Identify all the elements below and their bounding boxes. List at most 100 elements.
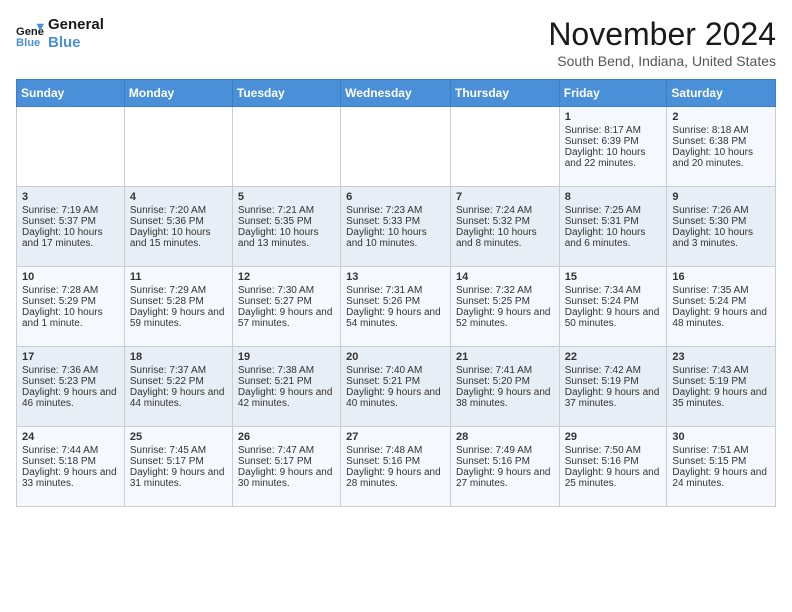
- calendar-cell: 24Sunrise: 7:44 AMSunset: 5:18 PMDayligh…: [17, 427, 125, 507]
- calendar-cell: 16Sunrise: 7:35 AMSunset: 5:24 PMDayligh…: [667, 267, 776, 347]
- sunrise-text: Sunrise: 7:26 AM: [672, 205, 770, 216]
- sunset-text: Sunset: 5:19 PM: [672, 376, 770, 387]
- logo-blue: Blue: [48, 34, 104, 52]
- location-title: South Bend, Indiana, United States: [548, 53, 776, 69]
- daylight-text: Daylight: 10 hours and 13 minutes.: [238, 227, 335, 249]
- day-number: 17: [22, 351, 119, 363]
- sunset-text: Sunset: 5:30 PM: [672, 216, 770, 227]
- sunset-text: Sunset: 5:25 PM: [456, 296, 554, 307]
- sunrise-text: Sunrise: 7:44 AM: [22, 445, 119, 456]
- calendar-cell: [450, 107, 559, 187]
- daylight-text: Daylight: 9 hours and 52 minutes.: [456, 307, 554, 329]
- sunrise-text: Sunrise: 7:35 AM: [672, 285, 770, 296]
- day-number: 28: [456, 431, 554, 443]
- sunrise-text: Sunrise: 8:17 AM: [565, 125, 662, 136]
- header-tuesday: Tuesday: [232, 80, 340, 107]
- sunset-text: Sunset: 6:38 PM: [672, 136, 770, 147]
- sunrise-text: Sunrise: 7:30 AM: [238, 285, 335, 296]
- sunset-text: Sunset: 5:31 PM: [565, 216, 662, 227]
- sunrise-text: Sunrise: 7:32 AM: [456, 285, 554, 296]
- day-number: 13: [346, 271, 445, 283]
- daylight-text: Daylight: 9 hours and 28 minutes.: [346, 467, 445, 489]
- daylight-text: Daylight: 9 hours and 54 minutes.: [346, 307, 445, 329]
- sunrise-text: Sunrise: 8:18 AM: [672, 125, 770, 136]
- daylight-text: Daylight: 9 hours and 59 minutes.: [130, 307, 227, 329]
- sunset-text: Sunset: 5:33 PM: [346, 216, 445, 227]
- sunset-text: Sunset: 5:27 PM: [238, 296, 335, 307]
- sunrise-text: Sunrise: 7:36 AM: [22, 365, 119, 376]
- daylight-text: Daylight: 10 hours and 8 minutes.: [456, 227, 554, 249]
- sunset-text: Sunset: 5:16 PM: [456, 456, 554, 467]
- day-number: 19: [238, 351, 335, 363]
- calendar-cell: 4Sunrise: 7:20 AMSunset: 5:36 PMDaylight…: [124, 187, 232, 267]
- day-number: 7: [456, 191, 554, 203]
- daylight-text: Daylight: 10 hours and 15 minutes.: [130, 227, 227, 249]
- sunrise-text: Sunrise: 7:23 AM: [346, 205, 445, 216]
- daylight-text: Daylight: 9 hours and 24 minutes.: [672, 467, 770, 489]
- sunrise-text: Sunrise: 7:47 AM: [238, 445, 335, 456]
- calendar-cell: 13Sunrise: 7:31 AMSunset: 5:26 PMDayligh…: [341, 267, 451, 347]
- header-wednesday: Wednesday: [341, 80, 451, 107]
- daylight-text: Daylight: 9 hours and 35 minutes.: [672, 387, 770, 409]
- day-number: 25: [130, 431, 227, 443]
- day-number: 11: [130, 271, 227, 283]
- calendar-cell: 11Sunrise: 7:29 AMSunset: 5:28 PMDayligh…: [124, 267, 232, 347]
- sunset-text: Sunset: 5:24 PM: [672, 296, 770, 307]
- day-number: 2: [672, 111, 770, 123]
- day-number: 3: [22, 191, 119, 203]
- month-title: November 2024: [548, 16, 776, 53]
- sunset-text: Sunset: 5:24 PM: [565, 296, 662, 307]
- sunrise-text: Sunrise: 7:19 AM: [22, 205, 119, 216]
- calendar-cell: 1Sunrise: 8:17 AMSunset: 6:39 PMDaylight…: [559, 107, 667, 187]
- day-number: 15: [565, 271, 662, 283]
- day-number: 16: [672, 271, 770, 283]
- daylight-text: Daylight: 9 hours and 30 minutes.: [238, 467, 335, 489]
- sunset-text: Sunset: 5:15 PM: [672, 456, 770, 467]
- calendar-cell: [232, 107, 340, 187]
- title-area: November 2024 South Bend, Indiana, Unite…: [548, 16, 776, 69]
- sunset-text: Sunset: 5:22 PM: [130, 376, 227, 387]
- calendar-cell: 21Sunrise: 7:41 AMSunset: 5:20 PMDayligh…: [450, 347, 559, 427]
- calendar-cell: 22Sunrise: 7:42 AMSunset: 5:19 PMDayligh…: [559, 347, 667, 427]
- sunrise-text: Sunrise: 7:21 AM: [238, 205, 335, 216]
- calendar-cell: 12 Sunrise: 7:30 AMSunset: 5:27 PMDayligh…: [232, 267, 340, 347]
- calendar-header-row: SundayMondayTuesdayWednesdayThursdayFrid…: [17, 80, 776, 107]
- sunset-text: Sunset: 5:17 PM: [238, 456, 335, 467]
- calendar-cell: 27Sunrise: 7:48 AMSunset: 5:16 PMDayligh…: [341, 427, 451, 507]
- daylight-text: Daylight: 10 hours and 17 minutes.: [22, 227, 119, 249]
- calendar-table: SundayMondayTuesdayWednesdayThursdayFrid…: [16, 79, 776, 507]
- daylight-text: Daylight: 9 hours and 33 minutes.: [22, 467, 119, 489]
- day-number: 20: [346, 351, 445, 363]
- calendar-cell: 2Sunrise: 8:18 AMSunset: 6:38 PMDaylight…: [667, 107, 776, 187]
- calendar-cell: 23Sunrise: 7:43 AMSunset: 5:19 PMDayligh…: [667, 347, 776, 427]
- sunrise-text: Sunrise: 7:45 AM: [130, 445, 227, 456]
- daylight-text: Daylight: 10 hours and 3 minutes.: [672, 227, 770, 249]
- sunset-text: Sunset: 5:23 PM: [22, 376, 119, 387]
- calendar-cell: 26Sunrise: 7:47 AMSunset: 5:17 PMDayligh…: [232, 427, 340, 507]
- calendar-cell: [124, 107, 232, 187]
- calendar-week-5: 24Sunrise: 7:44 AMSunset: 5:18 PMDayligh…: [17, 427, 776, 507]
- sunrise-text: Sunrise: 7:31 AM: [346, 285, 445, 296]
- calendar-week-3: 10Sunrise: 7:28 AMSunset: 5:29 PMDayligh…: [17, 267, 776, 347]
- header-saturday: Saturday: [667, 80, 776, 107]
- sunset-text: Sunset: 5:21 PM: [238, 376, 335, 387]
- daylight-text: Daylight: 9 hours and 31 minutes.: [130, 467, 227, 489]
- sunset-text: Sunset: 5:37 PM: [22, 216, 119, 227]
- sunset-text: Sunset: 5:29 PM: [22, 296, 119, 307]
- daylight-text: Daylight: 9 hours and 57 minutes.: [238, 307, 335, 329]
- calendar-cell: [341, 107, 451, 187]
- sunset-text: Sunset: 5:16 PM: [565, 456, 662, 467]
- calendar-cell: 19Sunrise: 7:38 AMSunset: 5:21 PMDayligh…: [232, 347, 340, 427]
- day-number: 6: [346, 191, 445, 203]
- sunrise-text: Sunrise: 7:34 AM: [565, 285, 662, 296]
- sunset-text: Sunset: 5:32 PM: [456, 216, 554, 227]
- day-number: 22: [565, 351, 662, 363]
- sunrise-text: Sunrise: 7:25 AM: [565, 205, 662, 216]
- calendar-cell: 14Sunrise: 7:32 AMSunset: 5:25 PMDayligh…: [450, 267, 559, 347]
- daylight-text: Daylight: 10 hours and 22 minutes.: [565, 147, 662, 169]
- day-number: 10: [22, 271, 119, 283]
- sunrise-text: Sunrise: 7:50 AM: [565, 445, 662, 456]
- sunset-text: Sunset: 5:35 PM: [238, 216, 335, 227]
- day-number: 24: [22, 431, 119, 443]
- day-number: 12: [238, 271, 335, 283]
